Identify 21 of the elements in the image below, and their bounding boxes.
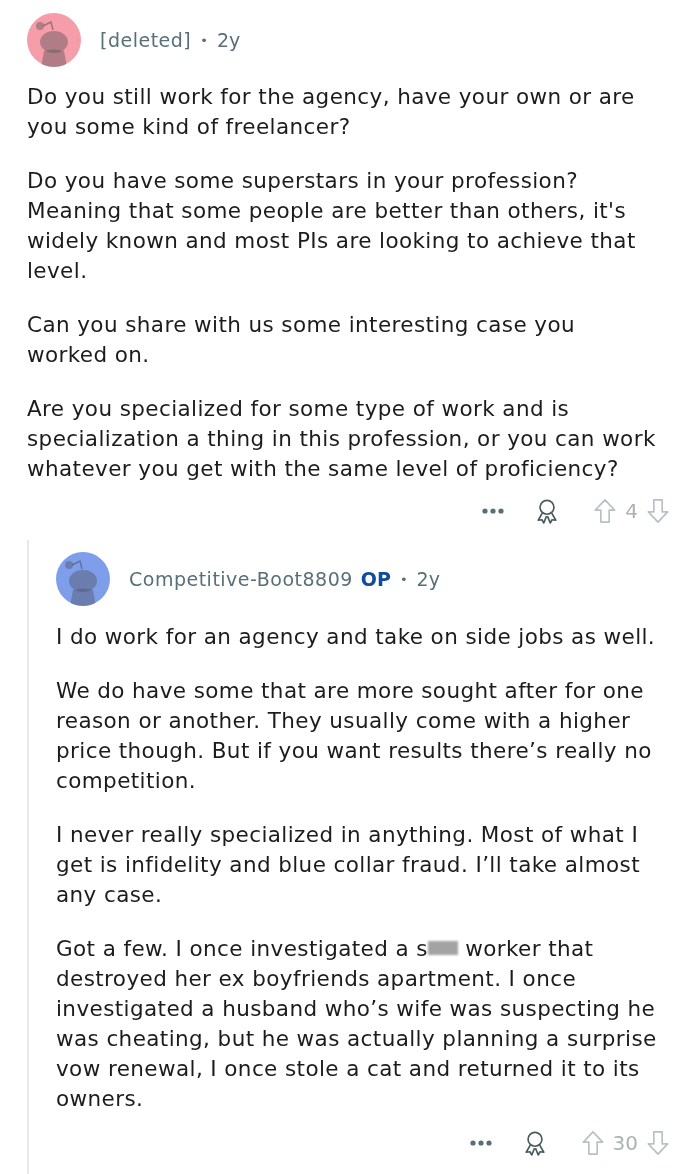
award-icon[interactable] <box>522 1130 547 1156</box>
comment-paragraph: Got a few. I once investigated a s worker that destroyed her ex boyfriends apartment. I once investigated a husband who’s wife was suspecting he was cheating, but he was actually planning a surprise vow renewal, I once stole a cat and returned it to its owners. <box>56 935 658 1113</box>
comment-paragraph: I never really specialized in anything. Most of what I get is infidelity and blue collar fraud. I’ll take almost any case. <box>56 821 641 909</box>
comment-paragraph: We do have some that are more sought after for one reason or another. They usually come with a higher price though. But if you want results there’s really no competition. <box>56 677 653 795</box>
username[interactable]: [deleted] <box>100 29 192 51</box>
timestamp: 2y <box>216 29 241 51</box>
vote-count: 30 <box>612 1131 638 1155</box>
separator-dot: • <box>200 32 208 48</box>
vote-count: 4 <box>625 499 638 523</box>
separator-dot: • <box>399 571 408 587</box>
award-icon[interactable] <box>535 498 560 524</box>
comment-paragraph: I do work for an agency and take on side jobs as well. <box>56 623 657 651</box>
comment-paragraph: Do you still work for the agency, have your own or are you some kind of freelancer? <box>27 83 636 141</box>
comment-paragraph: Are you specialized for some type of work and is specialization a thing in this profession, or you can work whatever you get with the same level of proficiency? <box>27 395 657 483</box>
timestamp: 2y <box>416 568 440 590</box>
op-flair: OP <box>360 568 391 590</box>
username[interactable]: Competitive-Boot8809 <box>129 568 353 590</box>
comment-paragraph: Do you have some superstars in your profession? Meaning that some people are better than others, it's widely known and most PIs are looking to achieve that level. <box>27 167 637 285</box>
more-options-icon[interactable] <box>482 508 505 514</box>
comment-paragraph: Can you share with us some interesting case you worked on. <box>27 311 577 369</box>
more-options-icon[interactable] <box>469 1140 492 1146</box>
